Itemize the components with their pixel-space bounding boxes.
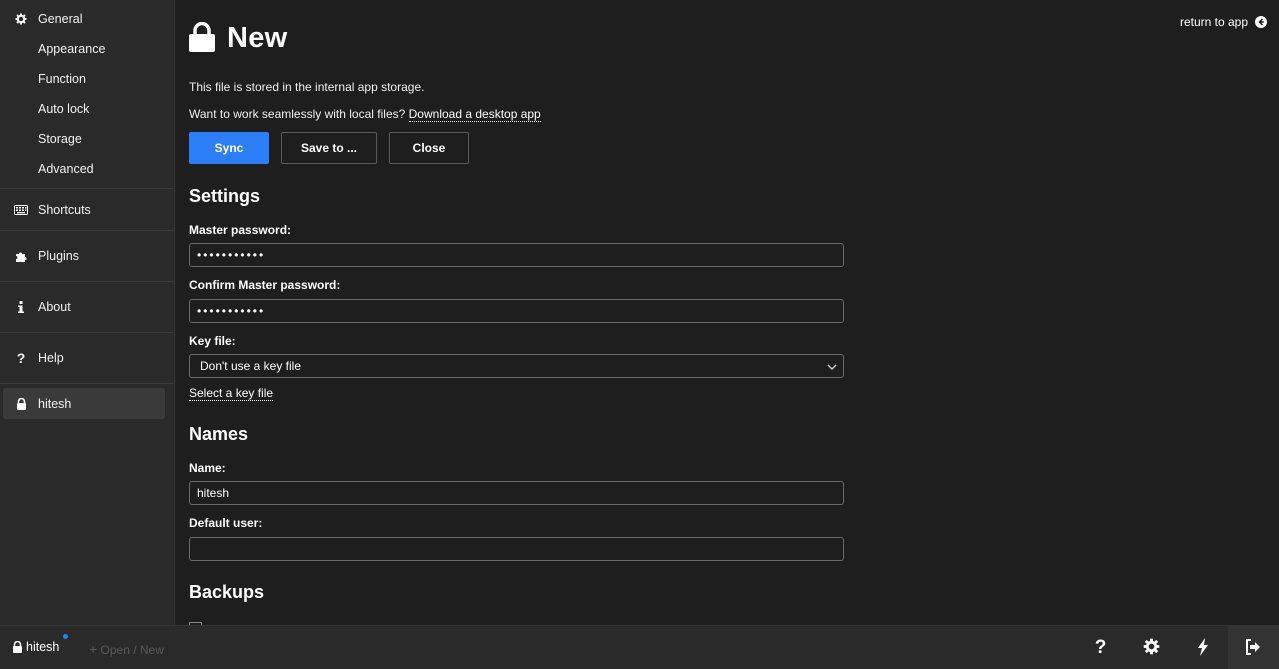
sidebar-item-user[interactable]: hitesh [3,388,165,419]
footer-user[interactable]: hitesh [12,640,59,654]
plus-icon: + [89,641,98,657]
sidebar-item-general[interactable]: General [0,4,174,34]
open-new-label: Open / New [100,643,164,657]
sidebar-item-plugins[interactable]: Plugins [0,241,174,271]
file-actions: Sync Save to ... Close [189,132,481,164]
master-password-field[interactable]: ••••••••••• [189,243,844,267]
sidebar-item-storage[interactable]: Storage [0,124,174,154]
sidebar-item-appearance[interactable]: Appearance [0,34,174,64]
lock-icon [12,640,23,653]
default-user-label: Default user: [189,516,263,530]
sidebar-item-advanced[interactable]: Advanced [0,154,174,184]
name-label: Name: [189,461,226,475]
sidebar-group-help: ? Help [0,333,174,384]
sidebar-group-plugins: Plugins [0,231,174,282]
desktop-info: Want to work seamlessly with local files… [189,107,541,122]
sidebar-group-general: General Appearance Function Auto lock St… [0,0,174,189]
select-key-file-wrap: Select a key file [189,386,274,401]
backups-heading: Backups [189,582,265,602]
sign-out-icon [1245,638,1263,658]
sidebar-item-shortcuts[interactable]: Shortcuts [0,195,174,225]
sidebar-item-function[interactable]: Function [0,64,174,94]
sidebar-group-shortcuts: Shortcuts [0,189,174,231]
sidebar-item-help[interactable]: ? Help [0,343,174,373]
sidebar-item-shortcuts-label: Shortcuts [38,203,91,217]
names-heading: Names [189,424,249,444]
sidebar-item-about[interactable]: About [0,292,174,322]
help-button[interactable]: ? [1075,626,1126,669]
master-password-label: Master password: [189,223,292,237]
footer-bar: hitesh + Open / New ? [0,625,1279,669]
desktop-prompt-text: Want to work seamlessly with local files… [189,107,406,121]
confirm-password-field[interactable]: ••••••••••• [189,299,844,323]
return-to-app-link[interactable]: return to app [1180,15,1267,29]
select-key-file-link[interactable]: Select a key file [189,386,274,401]
sidebar-item-plugins-label: Plugins [38,249,79,263]
name-field[interactable]: hitesh [189,481,844,505]
settings-heading: Settings [189,186,261,206]
puzzle-icon [14,249,28,263]
return-to-app-label: return to app [1179,15,1248,29]
page-header: New [189,21,288,55]
chevron-down-icon [827,361,837,371]
arrow-left-circle-icon [1255,16,1267,28]
key-file-label: Key file: [189,334,236,348]
question-icon: ? [1094,637,1107,658]
lock-icon [189,21,215,55]
sidebar-item-general-label: General [38,12,83,26]
footer-icons: ? [1075,626,1279,669]
lock-workspace-button[interactable] [1228,626,1279,669]
sync-button[interactable]: Sync [189,132,269,164]
question-icon: ? [16,350,26,366]
gear-icon [1143,638,1160,658]
confirm-password-label: Confirm Master password: [189,278,341,292]
gear-icon [14,12,28,26]
key-file-selected-value: Don't use a key file [200,359,302,373]
lock-icon [14,397,28,411]
storage-info-text: This file is stored in the internal app … [189,80,425,94]
info-icon [14,300,28,314]
open-new-button[interactable]: + Open / New [89,641,164,657]
sidebar-item-help-label: Help [38,351,64,365]
page-title: New [227,22,288,54]
unsaved-indicator-dot [63,634,68,639]
sidebar-item-about-label: About [38,300,71,314]
save-to-button[interactable]: Save to ... [281,132,377,164]
bolt-icon [1197,637,1209,659]
sidebar-item-auto-lock[interactable]: Auto lock [0,94,174,124]
close-button[interactable]: Close [389,132,469,164]
sidebar-group-about: About [0,282,174,333]
default-user-field[interactable] [189,537,844,561]
sidebar: General Appearance Function Auto lock St… [0,0,175,625]
sidebar-item-user-label: hitesh [38,396,72,411]
footer-user-label: hitesh [26,640,60,654]
key-file-select[interactable]: Don't use a key file [189,354,844,378]
download-desktop-link[interactable]: Download a desktop app [408,107,541,122]
generator-button[interactable] [1177,626,1228,669]
settings-button[interactable] [1126,626,1177,669]
keyboard-icon [14,203,28,217]
